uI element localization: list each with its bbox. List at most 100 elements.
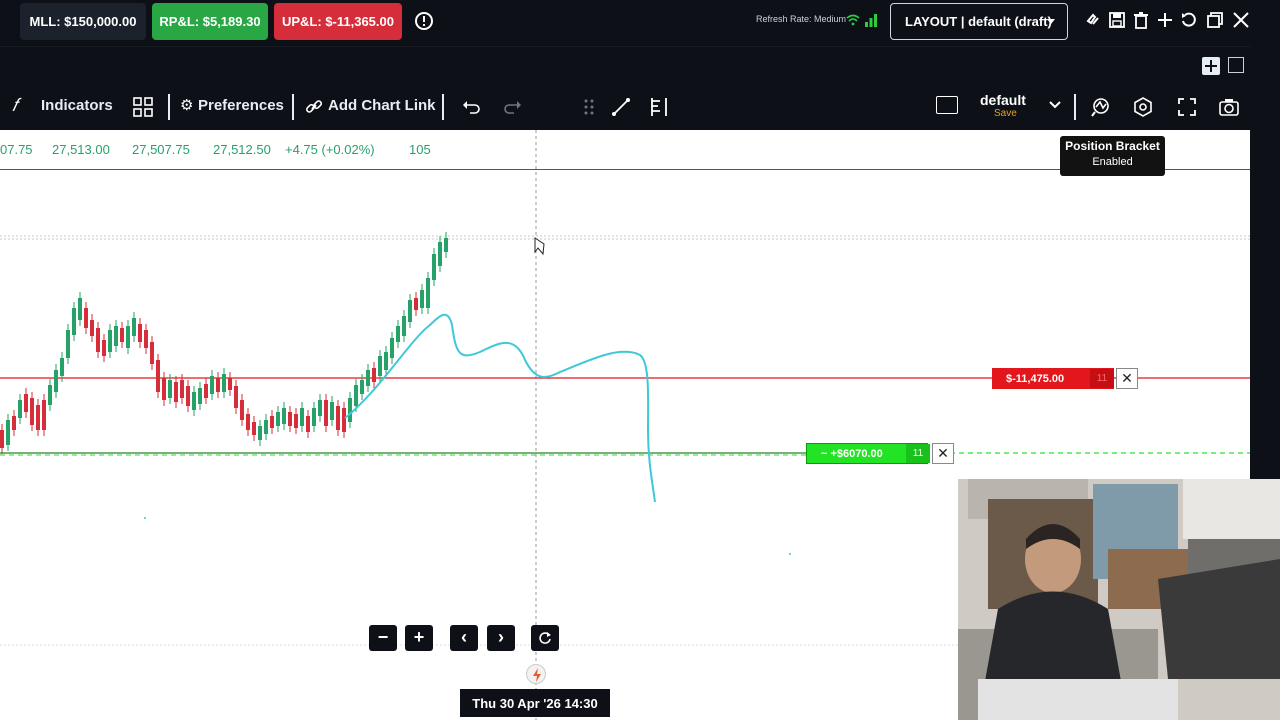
trendline-icon[interactable] — [610, 96, 632, 118]
add-chart-link-button[interactable]: Add Chart Link — [328, 97, 436, 114]
candle-body — [396, 326, 400, 342]
candle-body — [288, 412, 292, 426]
candle-body — [276, 412, 280, 426]
candle-body — [324, 400, 328, 426]
candle-body — [126, 326, 130, 348]
candle-body — [36, 405, 40, 430]
scroll-left-button[interactable]: ‹ — [450, 625, 478, 651]
candle-body — [408, 300, 412, 322]
position-bracket-status: Enabled — [1092, 156, 1133, 168]
expand-icon[interactable] — [1232, 11, 1250, 29]
candle-body — [348, 398, 352, 422]
candle-body — [30, 398, 34, 425]
candle-body — [114, 326, 118, 346]
fullscreen-icon[interactable] — [1176, 96, 1198, 118]
cancel-take-profit-button[interactable]: ✕ — [932, 443, 954, 464]
reset-icon — [539, 632, 551, 644]
reset-chart-button[interactable] — [531, 625, 559, 651]
candle-body — [420, 290, 424, 308]
plus-icon[interactable] — [1156, 11, 1174, 29]
candle-body — [24, 394, 28, 412]
candle-body — [258, 426, 262, 440]
toolbar-divider — [442, 94, 444, 120]
candle-body — [48, 385, 52, 405]
candle-body — [372, 368, 376, 382]
candle-body — [168, 380, 172, 398]
save-icon[interactable] — [1108, 11, 1126, 29]
layout-select-label: LAYOUT | default (draft) — [905, 14, 1052, 29]
candle-body — [342, 408, 346, 432]
webcam-overlay — [958, 479, 1280, 720]
cancel-stop-loss-button[interactable]: ✕ — [1116, 368, 1138, 389]
candle-body — [54, 370, 58, 392]
candle-body — [156, 360, 160, 392]
candle-body — [270, 416, 274, 428]
layout-select[interactable]: LAYOUT | default (draft) — [890, 3, 1068, 40]
checkbox-toggle[interactable] — [936, 96, 958, 114]
candle-body — [66, 330, 70, 358]
zoom-in-button[interactable]: + — [405, 625, 433, 651]
magic-search-icon[interactable] — [1090, 96, 1112, 118]
indicators-button[interactable]: Indicators — [41, 97, 113, 114]
candle-body — [174, 382, 178, 402]
link-icon — [305, 100, 323, 113]
upl-badge: UP&L: $-11,365.00 — [274, 3, 402, 40]
candle-body — [264, 420, 268, 434]
position-bracket-tooltip: Position Bracket Enabled — [1060, 136, 1165, 176]
candle-body — [180, 380, 184, 398]
mll-badge: MLL: $150,000.00 — [20, 3, 146, 40]
zoom-out-button[interactable]: − — [369, 625, 397, 651]
undo-icon[interactable] — [460, 96, 482, 118]
add-chart-button[interactable] — [1202, 57, 1220, 75]
redo-icon[interactable] — [502, 96, 524, 118]
candle-body — [60, 358, 64, 376]
settings-hex-icon[interactable] — [1132, 96, 1154, 118]
toolbar-divider — [168, 94, 170, 120]
save-link[interactable]: Save — [994, 108, 1017, 119]
preferences-button[interactable]: Preferences — [198, 97, 284, 114]
undo-icon[interactable] — [1180, 11, 1198, 29]
layout-name[interactable]: default — [980, 92, 1026, 108]
candle-body — [312, 408, 316, 426]
candle-body — [18, 400, 22, 418]
signal-bars-icon — [865, 14, 877, 27]
candle-body — [210, 376, 214, 394]
candle-body — [90, 320, 94, 336]
stop-loss-qty: 11 — [1090, 369, 1114, 388]
candle-body — [228, 378, 232, 390]
chevron-down-icon — [1047, 19, 1055, 24]
link-icon[interactable] — [1084, 11, 1102, 29]
candle-body — [0, 430, 4, 448]
candle-body — [438, 242, 442, 266]
info-icon[interactable] — [412, 9, 436, 33]
chevron-down-icon[interactable] — [1048, 98, 1062, 112]
chart-toolbar: 𝑓 Indicators ⚙ Preferences Add Chart Lin… — [0, 84, 1250, 130]
candle-body — [216, 378, 220, 392]
candle-body — [444, 238, 448, 252]
candle-body — [204, 384, 208, 398]
fib-tool-icon[interactable] — [648, 96, 670, 118]
chart-tabs-bar — [0, 46, 1260, 84]
webcam-image — [958, 479, 1280, 720]
candle-body — [42, 400, 46, 430]
candle-body — [306, 416, 310, 432]
restore-window-icon[interactable] — [1206, 11, 1224, 29]
lightning-icon[interactable] — [526, 664, 546, 684]
window-toggle-button[interactable] — [1228, 57, 1244, 73]
candle-body — [120, 328, 124, 342]
candle-body — [102, 340, 106, 356]
rpl-badge: RP&L: $5,189.30 — [152, 3, 268, 40]
position-bracket-title: Position Bracket — [1065, 139, 1160, 153]
grid-icon[interactable] — [132, 96, 154, 118]
scroll-right-button[interactable]: › — [487, 625, 515, 651]
candle-body — [390, 338, 394, 358]
trash-icon[interactable] — [1132, 11, 1150, 29]
plus-icon — [1205, 60, 1217, 72]
candle-body — [246, 414, 250, 430]
camera-icon[interactable] — [1218, 96, 1240, 118]
drag-handle-icon[interactable] — [578, 96, 600, 118]
candle-body — [402, 316, 406, 336]
toolbar-divider — [292, 94, 294, 120]
candle-body — [384, 352, 388, 370]
candle-body — [96, 328, 100, 352]
